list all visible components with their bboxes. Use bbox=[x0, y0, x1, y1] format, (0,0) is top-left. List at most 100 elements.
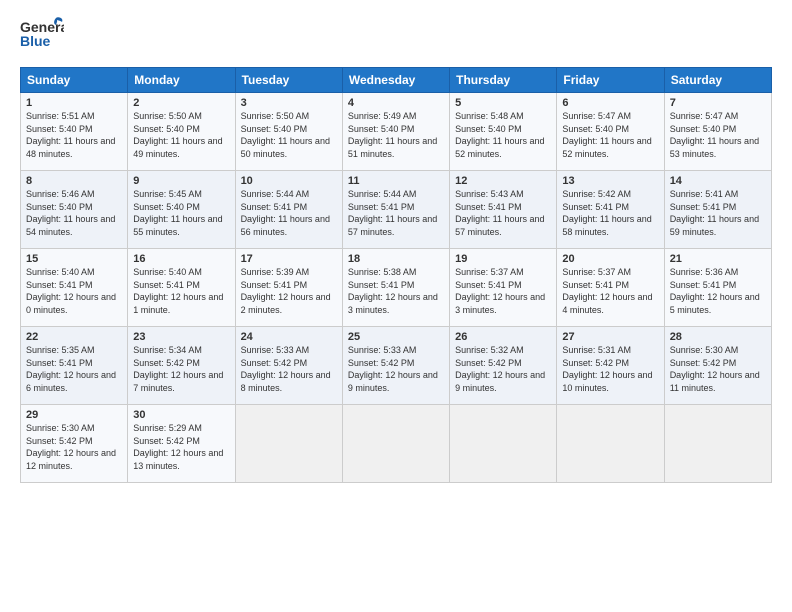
calendar-cell: 22 Sunrise: 5:35 AMSunset: 5:41 PMDayligh… bbox=[21, 327, 128, 405]
day-number: 8 bbox=[26, 175, 122, 187]
logo-icon: General Blue bbox=[20, 16, 64, 54]
day-number: 20 bbox=[562, 253, 658, 265]
day-number: 10 bbox=[241, 175, 337, 187]
day-number: 4 bbox=[348, 97, 444, 109]
day-number: 12 bbox=[455, 175, 551, 187]
day-number: 5 bbox=[455, 97, 551, 109]
day-info: Sunrise: 5:48 AMSunset: 5:40 PMDaylight:… bbox=[455, 111, 544, 159]
day-info: Sunrise: 5:40 AMSunset: 5:41 PMDaylight:… bbox=[133, 267, 223, 315]
calendar-cell: 30Sunrise: 5:29 AMSunset: 5:42 PMDayligh… bbox=[128, 405, 235, 483]
calendar-cell: 1 Sunrise: 5:51 AMSunset: 5:40 PMDaylight… bbox=[21, 93, 128, 171]
calendar-cell: 7Sunrise: 5:47 AMSunset: 5:40 PMDaylight… bbox=[664, 93, 771, 171]
svg-text:Blue: Blue bbox=[20, 33, 51, 49]
calendar-cell: 21Sunrise: 5:36 AMSunset: 5:41 PMDayligh… bbox=[664, 249, 771, 327]
day-info: Sunrise: 5:50 AMSunset: 5:40 PMDaylight:… bbox=[133, 111, 222, 159]
day-info: Sunrise: 5:33 AMSunset: 5:42 PMDaylight:… bbox=[348, 345, 438, 393]
calendar-cell bbox=[557, 405, 664, 483]
weekday-header-cell: Monday bbox=[128, 68, 235, 93]
weekday-header-cell: Tuesday bbox=[235, 68, 342, 93]
calendar-week-row: 1 Sunrise: 5:51 AMSunset: 5:40 PMDaylight… bbox=[21, 93, 772, 171]
calendar-week-row: 15Sunrise: 5:40 AMSunset: 5:41 PMDayligh… bbox=[21, 249, 772, 327]
day-info: Sunrise: 5:43 AMSunset: 5:41 PMDaylight:… bbox=[455, 189, 544, 237]
day-number: 3 bbox=[241, 97, 337, 109]
day-number: 27 bbox=[562, 331, 658, 343]
day-info: Sunrise: 5:46 AMSunset: 5:40 PMDaylight:… bbox=[26, 189, 115, 237]
day-info: Sunrise: 5:44 AMSunset: 5:41 PMDaylight:… bbox=[348, 189, 437, 237]
calendar-cell: 29 Sunrise: 5:30 AMSunset: 5:42 PMDayligh… bbox=[21, 405, 128, 483]
calendar-cell: 3 Sunrise: 5:50 AMSunset: 5:40 PMDaylight… bbox=[235, 93, 342, 171]
day-info: Sunrise: 5:49 AMSunset: 5:40 PMDaylight:… bbox=[348, 111, 437, 159]
day-info: Sunrise: 5:37 AMSunset: 5:41 PMDaylight:… bbox=[455, 267, 545, 315]
calendar-cell bbox=[235, 405, 342, 483]
weekday-header-row: SundayMondayTuesdayWednesdayThursdayFrid… bbox=[21, 68, 772, 93]
day-info: Sunrise: 5:30 AMSunset: 5:42 PMDaylight:… bbox=[670, 345, 760, 393]
day-info: Sunrise: 5:30 AMSunset: 5:42 PMDaylight:… bbox=[26, 423, 116, 471]
weekday-header-cell: Thursday bbox=[450, 68, 557, 93]
calendar-cell: 14Sunrise: 5:41 AMSunset: 5:41 PMDayligh… bbox=[664, 171, 771, 249]
calendar-cell: 9 Sunrise: 5:45 AMSunset: 5:40 PMDaylight… bbox=[128, 171, 235, 249]
weekday-header-cell: Saturday bbox=[664, 68, 771, 93]
calendar-cell: 16 Sunrise: 5:40 AMSunset: 5:41 PMDayligh… bbox=[128, 249, 235, 327]
calendar-cell: 28 Sunrise: 5:30 AMSunset: 5:42 PMDayligh… bbox=[664, 327, 771, 405]
calendar-cell: 24Sunrise: 5:33 AMSunset: 5:42 PMDayligh… bbox=[235, 327, 342, 405]
day-number: 23 bbox=[133, 331, 229, 343]
calendar-cell: 23 Sunrise: 5:34 AMSunset: 5:42 PMDayligh… bbox=[128, 327, 235, 405]
day-number: 22 bbox=[26, 331, 122, 343]
calendar-cell: 13 Sunrise: 5:42 AMSunset: 5:41 PMDayligh… bbox=[557, 171, 664, 249]
day-info: Sunrise: 5:42 AMSunset: 5:41 PMDaylight:… bbox=[562, 189, 651, 237]
calendar-cell: 2Sunrise: 5:50 AMSunset: 5:40 PMDaylight… bbox=[128, 93, 235, 171]
logo: General Blue bbox=[20, 16, 64, 59]
day-number: 11 bbox=[348, 175, 444, 187]
day-number: 1 bbox=[26, 97, 122, 109]
calendar-cell: 10 Sunrise: 5:44 AMSunset: 5:41 PMDayligh… bbox=[235, 171, 342, 249]
calendar-cell: 11 Sunrise: 5:44 AMSunset: 5:41 PMDayligh… bbox=[342, 171, 449, 249]
calendar-cell: 19 Sunrise: 5:37 AMSunset: 5:41 PMDayligh… bbox=[450, 249, 557, 327]
calendar-week-row: 22 Sunrise: 5:35 AMSunset: 5:41 PMDayligh… bbox=[21, 327, 772, 405]
calendar-cell: 12 Sunrise: 5:43 AMSunset: 5:41 PMDayligh… bbox=[450, 171, 557, 249]
day-number: 7 bbox=[670, 97, 766, 109]
day-info: Sunrise: 5:36 AMSunset: 5:41 PMDaylight:… bbox=[670, 267, 760, 315]
day-number: 25 bbox=[348, 331, 444, 343]
day-info: Sunrise: 5:47 AMSunset: 5:40 PMDaylight:… bbox=[562, 111, 651, 159]
day-info: Sunrise: 5:37 AMSunset: 5:41 PMDaylight:… bbox=[562, 267, 652, 315]
day-number: 30 bbox=[133, 409, 229, 421]
day-number: 26 bbox=[455, 331, 551, 343]
day-number: 9 bbox=[133, 175, 229, 187]
day-number: 29 bbox=[26, 409, 122, 421]
day-info: Sunrise: 5:35 AMSunset: 5:41 PMDaylight:… bbox=[26, 345, 116, 393]
weekday-header-cell: Wednesday bbox=[342, 68, 449, 93]
calendar-cell bbox=[450, 405, 557, 483]
calendar-cell bbox=[342, 405, 449, 483]
calendar-cell: 5 Sunrise: 5:48 AMSunset: 5:40 PMDaylight… bbox=[450, 93, 557, 171]
day-info: Sunrise: 5:45 AMSunset: 5:40 PMDaylight:… bbox=[133, 189, 222, 237]
calendar-cell: 15Sunrise: 5:40 AMSunset: 5:41 PMDayligh… bbox=[21, 249, 128, 327]
day-number: 17 bbox=[241, 253, 337, 265]
calendar-cell: 25 Sunrise: 5:33 AMSunset: 5:42 PMDayligh… bbox=[342, 327, 449, 405]
day-info: Sunrise: 5:32 AMSunset: 5:42 PMDaylight:… bbox=[455, 345, 545, 393]
day-info: Sunrise: 5:44 AMSunset: 5:41 PMDaylight:… bbox=[241, 189, 330, 237]
calendar-cell: 26 Sunrise: 5:32 AMSunset: 5:42 PMDayligh… bbox=[450, 327, 557, 405]
day-info: Sunrise: 5:39 AMSunset: 5:41 PMDaylight:… bbox=[241, 267, 331, 315]
day-info: Sunrise: 5:31 AMSunset: 5:42 PMDaylight:… bbox=[562, 345, 652, 393]
day-number: 19 bbox=[455, 253, 551, 265]
day-info: Sunrise: 5:33 AMSunset: 5:42 PMDaylight:… bbox=[241, 345, 331, 393]
day-info: Sunrise: 5:40 AMSunset: 5:41 PMDaylight:… bbox=[26, 267, 116, 315]
calendar-cell: 18Sunrise: 5:38 AMSunset: 5:41 PMDayligh… bbox=[342, 249, 449, 327]
calendar-week-row: 29 Sunrise: 5:30 AMSunset: 5:42 PMDayligh… bbox=[21, 405, 772, 483]
day-info: Sunrise: 5:50 AMSunset: 5:40 PMDaylight:… bbox=[241, 111, 330, 159]
calendar-cell: 27 Sunrise: 5:31 AMSunset: 5:42 PMDayligh… bbox=[557, 327, 664, 405]
weekday-header-cell: Friday bbox=[557, 68, 664, 93]
day-info: Sunrise: 5:34 AMSunset: 5:42 PMDaylight:… bbox=[133, 345, 223, 393]
day-number: 16 bbox=[133, 253, 229, 265]
day-info: Sunrise: 5:51 AMSunset: 5:40 PMDaylight:… bbox=[26, 111, 115, 159]
calendar-table: SundayMondayTuesdayWednesdayThursdayFrid… bbox=[20, 67, 772, 483]
calendar-cell: 20 Sunrise: 5:37 AMSunset: 5:41 PMDayligh… bbox=[557, 249, 664, 327]
day-info: Sunrise: 5:41 AMSunset: 5:41 PMDaylight:… bbox=[670, 189, 759, 237]
calendar-week-row: 8 Sunrise: 5:46 AMSunset: 5:40 PMDaylight… bbox=[21, 171, 772, 249]
day-number: 28 bbox=[670, 331, 766, 343]
calendar-cell: 8 Sunrise: 5:46 AMSunset: 5:40 PMDaylight… bbox=[21, 171, 128, 249]
day-number: 18 bbox=[348, 253, 444, 265]
calendar-cell: 6Sunrise: 5:47 AMSunset: 5:40 PMDaylight… bbox=[557, 93, 664, 171]
day-number: 13 bbox=[562, 175, 658, 187]
calendar-cell: 4 Sunrise: 5:49 AMSunset: 5:40 PMDaylight… bbox=[342, 93, 449, 171]
